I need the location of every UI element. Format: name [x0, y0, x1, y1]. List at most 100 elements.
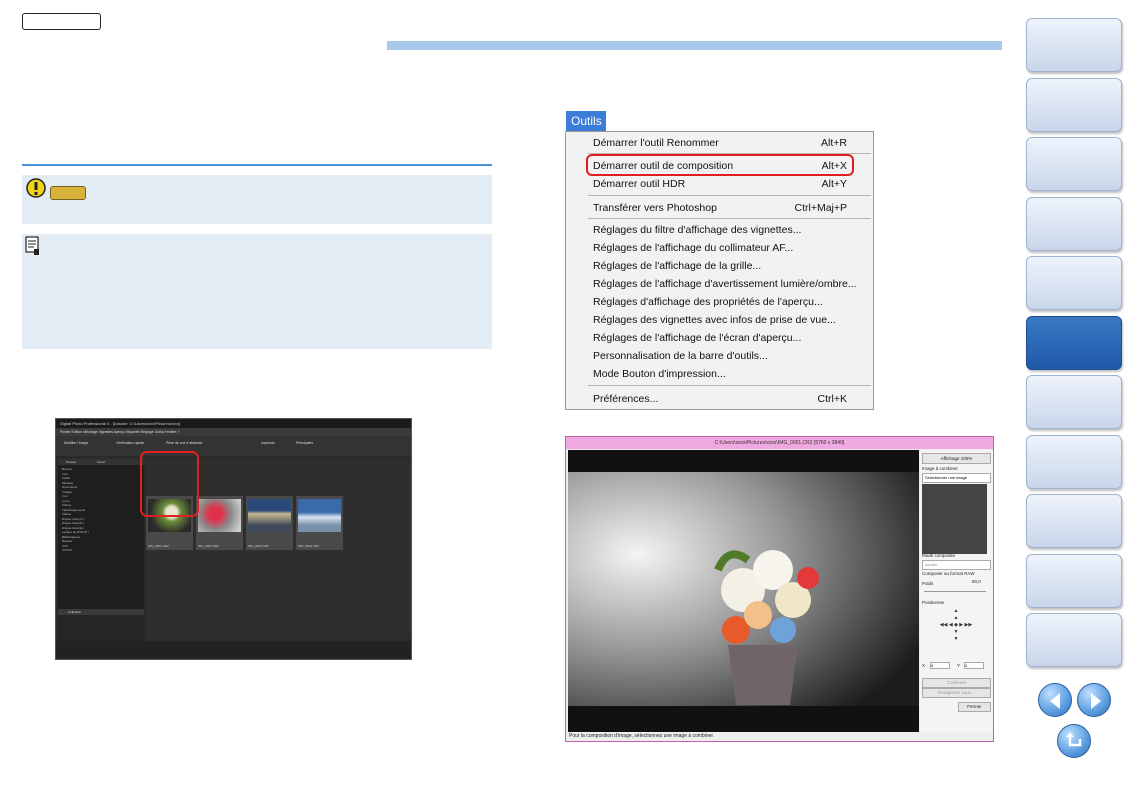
nav-tab-4[interactable]	[1026, 197, 1122, 251]
dpp-tab-folder[interactable]: Dossier	[66, 460, 76, 464]
arrow-right-icon	[1091, 693, 1101, 709]
x-input[interactable]: 0	[930, 662, 950, 669]
dpp-collection-tab[interactable]: Collection	[58, 609, 144, 615]
composite-mode-select[interactable]: Ajouter	[922, 560, 991, 570]
menu-item-photoshop[interactable]: Transférer vers Photoshop Ctrl+Maj+P	[593, 200, 867, 216]
dpp-toolbar: Modifier l'image Vérification rapide Pri…	[56, 436, 411, 456]
menu-item-preferences[interactable]: Préférences... Ctrl+K	[593, 391, 867, 407]
dpp-main-button[interactable]: Principales	[296, 441, 313, 445]
menu-item-label: Transférer vers Photoshop	[593, 202, 717, 214]
dpp-remote-button[interactable]: Prise de vue à distance	[166, 441, 202, 445]
raw-composite-checkbox[interactable]: Composer au format RAW	[922, 571, 975, 576]
comp-preview-image	[568, 450, 919, 733]
close-button[interactable]: Fermer	[958, 702, 991, 712]
dpp-folder-tree[interactable]: Dossier Favori Bureau xxxx Public Musique Do…	[58, 459, 144, 609]
nav-tab-2[interactable]	[1026, 78, 1122, 132]
menu-item-preview-screen[interactable]: Réglages de l'affichage de l'écran d'ape…	[593, 330, 867, 346]
dpp-main-window: Digital Photo Professional 4 - [Dossier:…	[55, 418, 412, 660]
menu-item-label: Réglages du filtre d'affichage des vigne…	[593, 224, 802, 236]
combine-image-select[interactable]: Sélectionner une image	[922, 473, 991, 483]
thumbnail-caption: IMG_0004.CR2	[298, 544, 319, 548]
thumbnail-highlight	[140, 451, 199, 517]
arrow-left-icon	[1050, 693, 1060, 709]
caution-box	[22, 175, 492, 224]
previous-page-button[interactable]	[1038, 683, 1072, 717]
menu-item-shortcut: Alt+Y	[821, 178, 847, 190]
y-label: Y	[957, 663, 961, 668]
composition-tool-window: C:\Users\xxxx\Pictures\xxxx\IMG_0001.CR2…	[565, 436, 994, 742]
tree-item[interactable]: XXXXX	[62, 548, 140, 553]
menu-tab-tools[interactable]: Outils	[566, 111, 606, 132]
nav-tab-10[interactable]	[1026, 554, 1122, 608]
nav-tab-6-active[interactable]	[1026, 316, 1122, 370]
nav-tab-1[interactable]	[1026, 18, 1122, 72]
dpp-title-bar: Digital Photo Professional 4 - [Dossier:…	[56, 419, 411, 428]
y-input[interactable]: 0	[964, 662, 984, 669]
nav-tab-7[interactable]	[1026, 375, 1122, 429]
menu-item-shortcut: Ctrl+Maj+P	[794, 202, 847, 214]
zoom-100-button[interactable]: Affichage 100%	[922, 453, 991, 464]
menu-item-thumb-info[interactable]: Réglages des vignettes avec infos de pri…	[593, 312, 867, 328]
menu-item-print-mode[interactable]: Mode Bouton d'impression...	[593, 366, 867, 382]
menu-item-label: Réglages de l'affichage du collimateur A…	[593, 242, 794, 254]
menu-item-label: Personnalisation de la barre d'outils...	[593, 350, 768, 362]
menu-item-grid[interactable]: Réglages de l'affichage de la grille...	[593, 258, 867, 274]
dpp-print-button[interactable]: Imprimer	[261, 441, 275, 445]
menu-item-label: Mode Bouton d'impression...	[593, 368, 726, 380]
menu-item-label: Démarrer outil HDR	[593, 178, 686, 190]
menu-item-shortcut: Alt+R	[821, 137, 847, 149]
nav-tab-9[interactable]	[1026, 494, 1122, 548]
menu-item-thumb-filter[interactable]: Réglages du filtre d'affichage des vigne…	[593, 222, 867, 238]
nav-tab-5[interactable]	[1026, 256, 1122, 310]
thumbnail-caption: IMG_0002.CR2	[198, 544, 219, 548]
dpp-tree-list: Bureau xxxx Public Musique Documents Images xx…	[58, 465, 144, 555]
menu-item-highlight-warning[interactable]: Réglages de l'affichage d'avertissement …	[593, 276, 867, 292]
menu-item-label: Préférences...	[593, 393, 659, 405]
thumbnail-image	[198, 499, 241, 532]
dpp-tab-favorite[interactable]: Favori	[97, 460, 105, 464]
menu-item-label: Réglages de l'affichage de la grille...	[593, 260, 762, 272]
combine-image-preview	[922, 484, 987, 554]
composite-mode-label: Mode composite	[922, 553, 956, 558]
nav-tab-11[interactable]	[1026, 613, 1122, 667]
dpp-bottom-toolbar	[56, 641, 411, 659]
thumbnail[interactable]: IMG_0002.CR2	[196, 496, 243, 550]
thumbnail[interactable]: IMG_0003.CR2	[246, 496, 293, 550]
menu-item-af-points[interactable]: Réglages de l'affichage du collimateur A…	[593, 240, 867, 256]
caution-icon	[26, 178, 46, 198]
subsection-rule	[22, 164, 492, 166]
next-page-button[interactable]	[1077, 683, 1111, 717]
dpp-edit-button[interactable]: Modifier l'image	[64, 441, 88, 445]
comp-title-bar: C:\Users\xxxx\Pictures\xxxx\IMG_0001.CR2…	[566, 437, 993, 449]
comp-side-panel: Affichage 100% Image à combiner Sélectio…	[920, 450, 993, 733]
caution-tag	[50, 186, 86, 200]
thumbnail-image	[298, 499, 341, 532]
position-arrow-pad[interactable]: ▲ ▲ ◀◀ ◀ ◆ ▶ ▶▶ ▼ ▼	[928, 608, 984, 656]
memo-icon	[25, 236, 39, 255]
thumbnail-image	[248, 499, 291, 532]
menu-item-label: Réglages de l'affichage de l'écran d'ape…	[593, 332, 802, 344]
menu-item-label: Réglages de l'affichage d'avertissement …	[593, 278, 857, 290]
menu-separator	[588, 218, 871, 219]
save-as-button[interactable]: Enregistrer sous...	[922, 688, 991, 698]
menu-item-preview-props[interactable]: Réglages d'affichage des propriétés de l…	[593, 294, 867, 310]
continue-button[interactable]: Continuer	[922, 678, 991, 688]
position-label: Positionner	[922, 600, 945, 605]
menu-item-label: Réglages des vignettes avec infos de pri…	[593, 314, 836, 326]
menu-item-shortcut: Ctrl+K	[817, 393, 847, 405]
thumbnail[interactable]: IMG_0004.CR2	[296, 496, 343, 550]
thumbnail-caption: IMG_0001.CR2	[148, 544, 169, 548]
menu-item-hdr[interactable]: Démarrer outil HDR Alt+Y	[593, 176, 867, 192]
menu-item-toolbar-custom[interactable]: Personnalisation de la barre d'outils...	[593, 348, 867, 364]
x-label: X	[922, 663, 926, 668]
weight-slider[interactable]	[924, 591, 986, 592]
memo-box	[22, 234, 492, 349]
weight-value[interactable]: 50,0	[972, 579, 981, 584]
menu-item-rename[interactable]: Démarrer l'outil Renommer Alt+R	[593, 135, 867, 151]
dpp-quick-check-button[interactable]: Vérification rapide	[116, 441, 144, 445]
nav-tab-8[interactable]	[1026, 435, 1122, 489]
composition-item-highlight	[586, 154, 854, 176]
nav-tab-3[interactable]	[1026, 137, 1122, 191]
return-button[interactable]	[1057, 724, 1091, 758]
menu-separator	[588, 385, 871, 386]
